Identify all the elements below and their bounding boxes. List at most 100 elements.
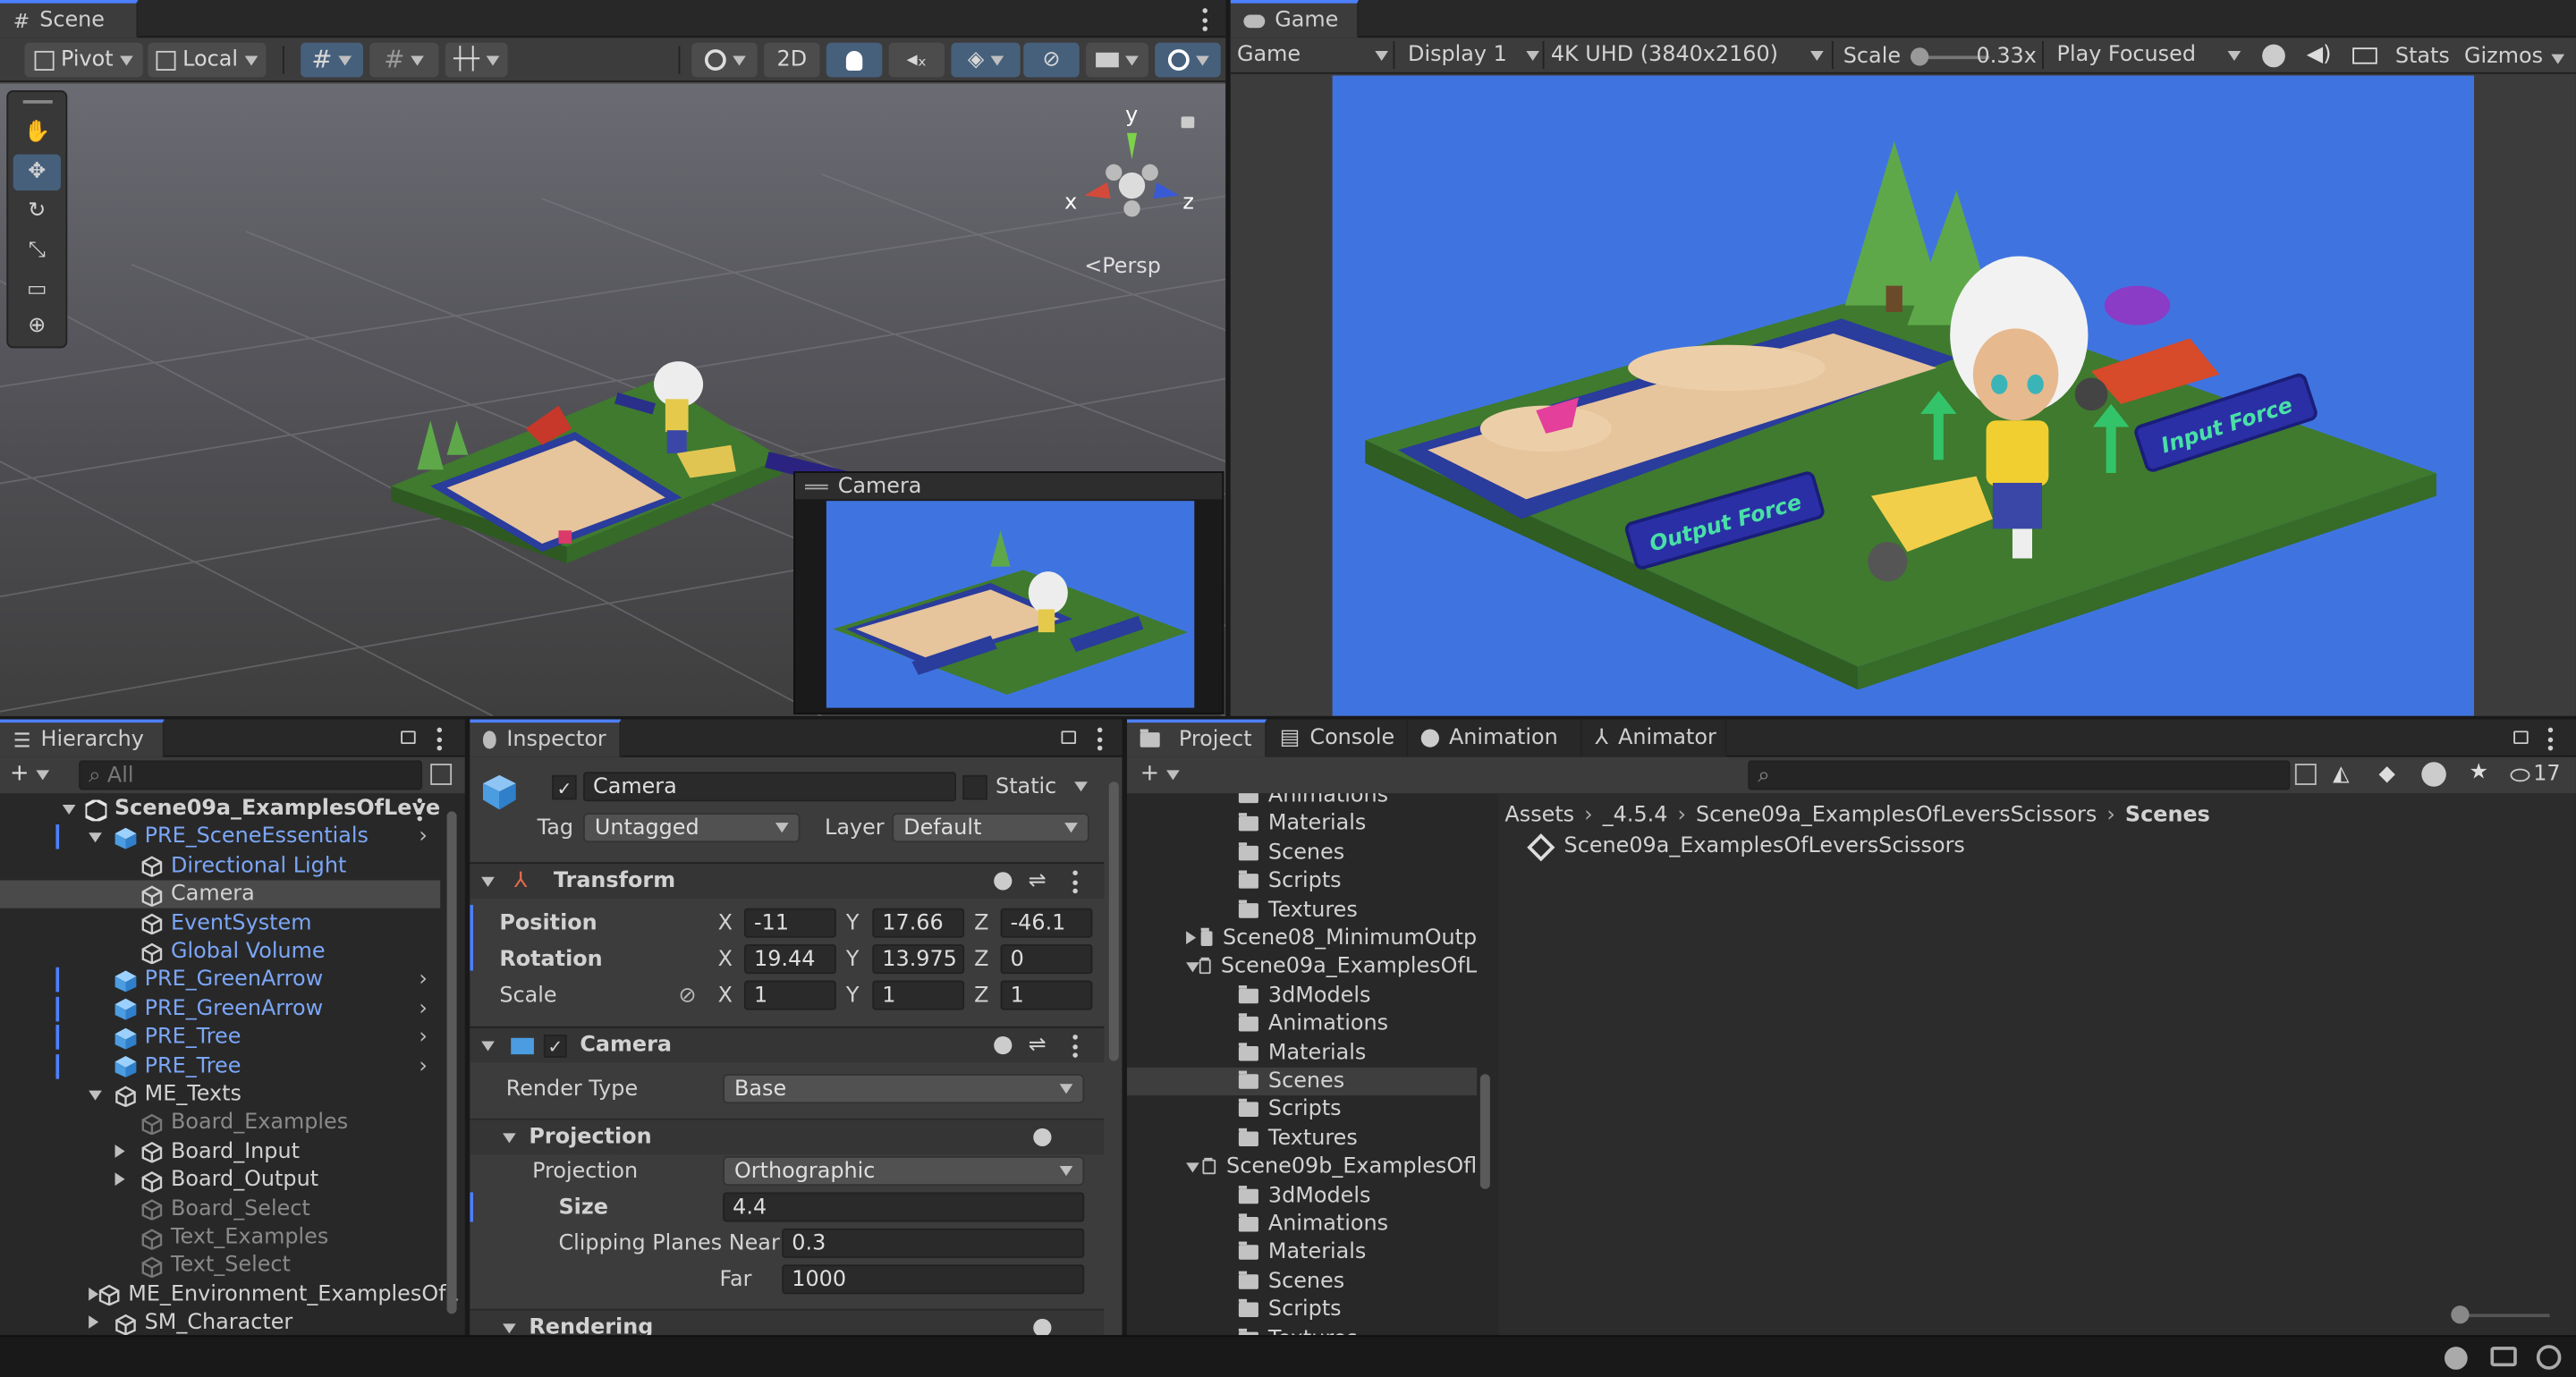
expand-right-icon[interactable]	[89, 1313, 114, 1334]
expand-down-icon[interactable]	[89, 1084, 114, 1105]
hierarchy-item[interactable]: Text_Examples	[0, 1223, 440, 1251]
tab-animation[interactable]: Animation	[1408, 719, 1582, 757]
axis-y-label[interactable]: Y	[846, 950, 860, 971]
create-dropdown[interactable]: +	[10, 762, 50, 785]
warning-filter-icon[interactable]	[2421, 762, 2446, 787]
persp-toggle[interactable]: <Persp	[1084, 257, 1161, 278]
inspector-menu-icon[interactable]	[1096, 727, 1102, 751]
size-field[interactable]: 4.4	[723, 1192, 1085, 1222]
drag-handle-icon[interactable]	[804, 483, 828, 489]
project-folder-item[interactable]: Scene09a_ExamplesOfL	[1127, 953, 1477, 981]
create-asset-dropdown[interactable]: +	[1140, 762, 1181, 785]
open-prefab-arrow-icon[interactable]: ›	[419, 998, 428, 1019]
position-z-field[interactable]: -46.1	[1000, 908, 1093, 938]
game-viewport[interactable]: Output Force Input Force	[1332, 75, 2475, 716]
axis-x-label[interactable]: X	[718, 985, 733, 1007]
rendering-section-header[interactable]: Rendering	[470, 1308, 1105, 1336]
scale-x-field[interactable]: 1	[744, 980, 836, 1010]
stats-button[interactable]: Stats	[2395, 46, 2450, 67]
effects-toggle-button[interactable]: ◈	[951, 42, 1021, 78]
snap-increment-button[interactable]: #	[369, 42, 439, 78]
scale-tool-button[interactable]: ⤡	[13, 233, 61, 269]
filter-type-icon[interactable]: ◭	[2333, 764, 2349, 785]
hierarchy-item[interactable]: PRE_GreenArrow ›	[0, 967, 440, 994]
project-folder-item[interactable]: Materials	[1127, 1239, 1477, 1267]
static-checkbox[interactable]	[962, 774, 987, 800]
hierarchy-scrollbar[interactable]	[444, 798, 459, 1324]
tab-animator[interactable]: ⅄ Animator	[1581, 719, 1727, 757]
hierarchy-item[interactable]: Board_Input	[0, 1137, 440, 1165]
project-folder-item[interactable]: Scripts	[1127, 1297, 1477, 1324]
expand-right-icon[interactable]	[89, 1284, 99, 1305]
hierarchy-item[interactable]: Board_Select	[0, 1195, 440, 1222]
help-icon[interactable]	[994, 1035, 1013, 1055]
project-folder-item[interactable]: Animations	[1127, 1211, 1477, 1238]
project-folder-item[interactable]: Scenes	[1126, 1067, 1478, 1096]
expand-down-icon[interactable]	[1186, 957, 1199, 978]
open-prefab-arrow-icon[interactable]: ›	[419, 1055, 428, 1077]
hierarchy-search-input[interactable]: ⌕ All	[79, 760, 423, 790]
audio-toggle-button[interactable]: ◂ₓ	[888, 42, 945, 78]
transform-header[interactable]: ⅄ Transform ⇌	[470, 862, 1105, 899]
tab-hierarchy[interactable]: ☰ Hierarchy	[0, 719, 165, 757]
tag-dropdown[interactable]: Untagged	[583, 813, 801, 843]
label-tag-icon[interactable]: ◆	[2379, 764, 2395, 785]
tab-game[interactable]: Game	[1230, 0, 1359, 38]
hierarchy-item[interactable]: PRE_GreenArrow ›	[0, 995, 440, 1023]
rotation-y-field[interactable]: 13.975	[872, 944, 965, 975]
star-favorites-icon[interactable]: ★	[2470, 762, 2488, 783]
scale-z-field[interactable]: 1	[1000, 980, 1093, 1010]
resolution-dropdown[interactable]: 4K UHD (3840x2160)	[1551, 45, 1824, 66]
breadcrumb-item[interactable]: Scenes	[2125, 804, 2210, 825]
inspector-scrollbar[interactable]	[1107, 762, 1121, 1329]
transform-tool-button[interactable]: ⊕	[13, 308, 61, 344]
scrollbar-thumb[interactable]	[1479, 1074, 1490, 1189]
lock-icon[interactable]	[2513, 731, 2529, 745]
shading-mode-button[interactable]	[691, 42, 758, 78]
gizmos-button[interactable]: Gizmos	[2464, 46, 2543, 67]
help-icon[interactable]	[1033, 1318, 1052, 1336]
scrollbar-thumb[interactable]	[446, 811, 457, 1314]
rect-tool-button[interactable]: ▭	[13, 273, 61, 308]
hierarchy-item[interactable]: Directional Light	[0, 852, 440, 880]
hierarchy-item[interactable]: Scene09a_ExamplesOfLeve	[0, 795, 440, 823]
camera-enabled-checkbox[interactable]: ✓	[543, 1034, 567, 1057]
hierarchy-menu-icon[interactable]	[436, 727, 442, 751]
preset-icon[interactable]: ⇌	[1029, 1035, 1046, 1056]
breadcrumb-item[interactable]: Assets	[1504, 804, 1574, 825]
hierarchy-item[interactable]: Board_Examples	[0, 1109, 440, 1136]
rotation-z-field[interactable]: 0	[1000, 944, 1093, 975]
project-folder-item[interactable]: 3dModels	[1127, 1182, 1477, 1210]
keyboard-icon[interactable]	[2352, 47, 2377, 64]
project-folder-item[interactable]: Animations	[1127, 1010, 1477, 1038]
project-folder-item[interactable]: Scene09b_ExamplesOfl	[1127, 1153, 1477, 1181]
preset-icon[interactable]: ⇌	[1029, 870, 1046, 891]
render-type-dropdown[interactable]: Base	[723, 1074, 1085, 1104]
scale-slider-handle[interactable]	[1911, 47, 1929, 66]
axis-x-label[interactable]: X	[718, 913, 733, 934]
position-x-field[interactable]: -11	[744, 908, 836, 938]
breadcrumb-item[interactable]: Scene09a_ExamplesOfLeversScissors	[1696, 804, 2097, 825]
tab-console[interactable]: ▤ Console	[1267, 719, 1409, 757]
cache-server-icon[interactable]	[2490, 1347, 2517, 1367]
hierarchy-item[interactable]: PRE_SceneEssentials ›	[0, 824, 440, 851]
expand-right-icon[interactable]	[1186, 928, 1201, 950]
slider-handle[interactable]	[2451, 1305, 2470, 1324]
position-y-field[interactable]: 17.66	[872, 908, 965, 938]
layer-dropdown[interactable]: Default	[892, 813, 1089, 843]
open-prefab-arrow-icon[interactable]: ›	[419, 1026, 428, 1048]
project-folder-item[interactable]: Textures	[1127, 1324, 1477, 1336]
project-folder-item[interactable]: Scripts	[1127, 1096, 1477, 1124]
debug-bug-icon[interactable]	[2445, 1347, 2468, 1370]
axis-y-label[interactable]: Y	[846, 985, 860, 1007]
ruler-button[interactable]: ┼┼	[445, 42, 508, 78]
chevron-down-icon[interactable]	[2551, 54, 2565, 64]
scrollbar-thumb[interactable]	[1108, 781, 1119, 1061]
search-options-icon[interactable]	[430, 764, 453, 785]
expand-right-icon[interactable]	[114, 1170, 141, 1191]
tab-scene[interactable]: # Scene	[0, 0, 139, 38]
component-menu-icon[interactable]	[1072, 1035, 1078, 1058]
hierarchy-item[interactable]: ME_Environment_ExamplesOfL	[0, 1280, 458, 1308]
hierarchy-item[interactable]: Global Volume	[0, 938, 440, 966]
project-folder-item[interactable]: Materials	[1127, 810, 1477, 838]
